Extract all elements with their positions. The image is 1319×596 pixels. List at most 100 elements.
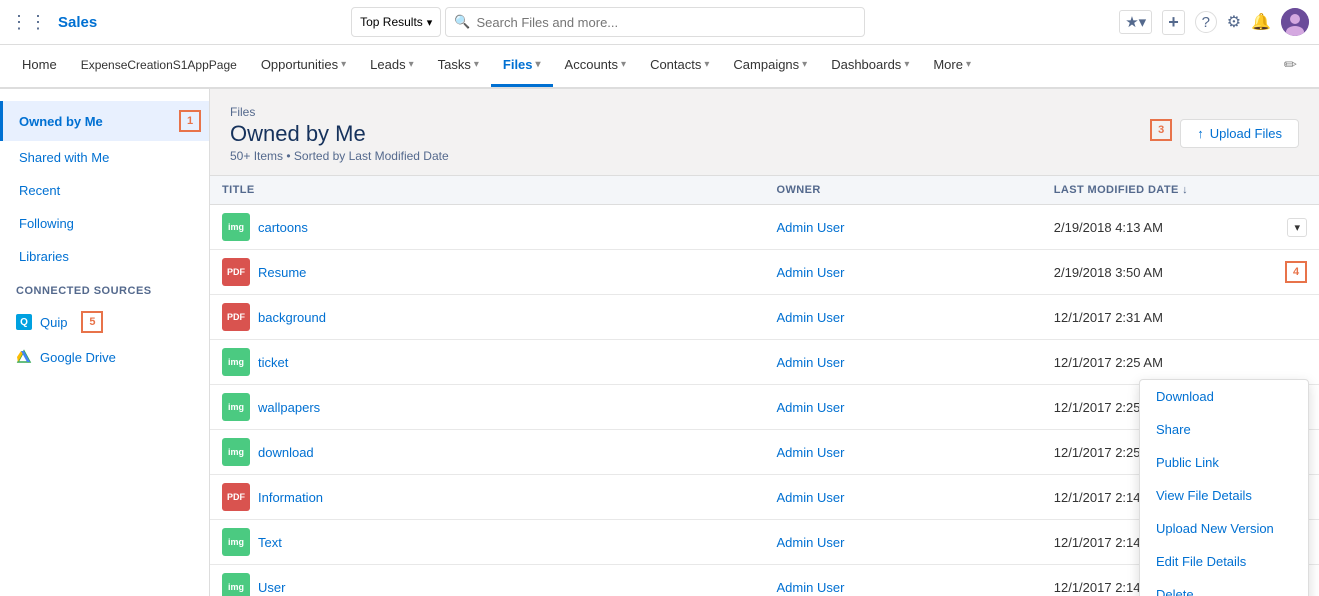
nav-files[interactable]: Files ▾ bbox=[491, 45, 553, 87]
col-date: LAST MODIFIED DATE ↓ bbox=[1042, 176, 1264, 205]
nav-dashboards[interactable]: Dashboards ▾ bbox=[819, 45, 921, 87]
file-title-link[interactable]: download bbox=[258, 445, 314, 460]
file-type-icon: PDF bbox=[222, 303, 250, 331]
file-owner-cell: Admin User bbox=[765, 520, 1042, 565]
nav-home[interactable]: Home bbox=[10, 45, 69, 87]
nav-expense[interactable]: ExpenseCreationS1AppPage bbox=[69, 45, 249, 87]
file-owner-link[interactable]: Admin User bbox=[777, 490, 845, 505]
file-title-link[interactable]: Resume bbox=[258, 265, 306, 280]
row-action-cell bbox=[1264, 295, 1319, 340]
favorites-icon[interactable]: ★▾ bbox=[1119, 10, 1152, 34]
file-owner-link[interactable]: Admin User bbox=[777, 535, 845, 550]
file-title-cell: img ticket bbox=[210, 340, 765, 385]
sidebar-item-following[interactable]: Following bbox=[0, 207, 209, 240]
row-action-dropdown-button[interactable]: ▾ bbox=[1287, 218, 1307, 237]
search-input[interactable] bbox=[477, 15, 857, 30]
table-row: img cartoons Admin User 2/19/2018 4:13 A… bbox=[210, 205, 1319, 250]
file-owner-link[interactable]: Admin User bbox=[777, 580, 845, 595]
dropdown-item-share[interactable]: Share bbox=[1140, 413, 1308, 446]
nav-tasks[interactable]: Tasks ▾ bbox=[426, 45, 491, 87]
sidebar-item-quip[interactable]: Q Quip 5 bbox=[0, 303, 209, 341]
file-owner-link[interactable]: Admin User bbox=[777, 445, 845, 460]
upload-icon: ↑ bbox=[1197, 126, 1204, 141]
dropdown-item-download[interactable]: Download bbox=[1140, 380, 1308, 413]
add-icon[interactable]: + bbox=[1162, 10, 1185, 35]
nav-opportunities[interactable]: Opportunities ▾ bbox=[249, 45, 358, 87]
annotation-label-1: 1 bbox=[179, 110, 201, 132]
file-owner-cell: Admin User bbox=[765, 295, 1042, 340]
upload-files-button[interactable]: ↑ Upload Files bbox=[1180, 119, 1299, 148]
notifications-icon[interactable]: 🔔 bbox=[1251, 12, 1271, 32]
dropdown-item-view-file-details[interactable]: View File Details bbox=[1140, 479, 1308, 512]
file-date-cell: 2/19/2018 3:50 AM bbox=[1042, 250, 1264, 295]
dropdown-item-delete[interactable]: Delete bbox=[1140, 578, 1308, 596]
navbar: Home ExpenseCreationS1AppPage Opportunit… bbox=[0, 45, 1319, 89]
sidebar-item-libraries[interactable]: Libraries bbox=[0, 240, 209, 273]
col-owner: OWNER bbox=[765, 176, 1042, 205]
file-title-cell: img Text bbox=[210, 520, 765, 565]
file-title-link[interactable]: ticket bbox=[258, 355, 288, 370]
dropdown-item-upload-new-version[interactable]: Upload New Version bbox=[1140, 512, 1308, 545]
nav-contacts-chevron: ▾ bbox=[704, 59, 709, 70]
file-title-link[interactable]: background bbox=[258, 310, 326, 325]
annotation-label-3: 3 bbox=[1150, 119, 1172, 141]
search-icon: 🔍 bbox=[454, 14, 470, 30]
file-title-link[interactable]: User bbox=[258, 580, 285, 595]
file-date-cell: 2/19/2018 4:13 AM bbox=[1042, 205, 1264, 250]
file-owner-link[interactable]: Admin User bbox=[777, 220, 845, 235]
file-title-link[interactable]: Information bbox=[258, 490, 323, 505]
nav-campaigns[interactable]: Campaigns ▾ bbox=[721, 45, 819, 87]
file-type-icon: PDF bbox=[222, 258, 250, 286]
nav-leads-chevron: ▾ bbox=[409, 59, 414, 70]
file-owner-link[interactable]: Admin User bbox=[777, 265, 845, 280]
google-drive-icon bbox=[16, 349, 32, 365]
file-owner-cell: Admin User bbox=[765, 430, 1042, 475]
file-owner-cell: Admin User bbox=[765, 565, 1042, 596]
file-type-icon: img bbox=[222, 213, 250, 241]
nav-accounts[interactable]: Accounts ▾ bbox=[553, 45, 639, 87]
col-title: TITLE bbox=[210, 176, 765, 205]
file-owner-link[interactable]: Admin User bbox=[777, 310, 845, 325]
breadcrumb: Files bbox=[230, 105, 449, 119]
row-action-cell: 4 bbox=[1264, 250, 1319, 295]
annotation-label-5: 5 bbox=[81, 311, 103, 333]
sidebar: Owned by Me 1 Shared with Me Recent Foll… bbox=[0, 89, 210, 596]
nav-more[interactable]: More ▾ bbox=[921, 45, 983, 87]
file-title-link[interactable]: wallpapers bbox=[258, 400, 320, 415]
row-action-cell bbox=[1264, 340, 1319, 385]
file-title-cell: img download bbox=[210, 430, 765, 475]
file-date-cell: 12/1/2017 2:25 AM bbox=[1042, 340, 1264, 385]
dropdown-item-public-link[interactable]: Public Link bbox=[1140, 446, 1308, 479]
file-date-cell: 12/1/2017 2:31 AM bbox=[1042, 295, 1264, 340]
file-title-link[interactable]: cartoons bbox=[258, 220, 308, 235]
dropdown-item-edit-file-details[interactable]: Edit File Details bbox=[1140, 545, 1308, 578]
table-row: PDF Resume Admin User 2/19/2018 3:50 AM … bbox=[210, 250, 1319, 295]
connected-sources-title: CONNECTED SOURCES bbox=[0, 273, 209, 303]
sidebar-item-shared-with-me[interactable]: Shared with Me bbox=[0, 141, 209, 174]
file-type-icon: img bbox=[222, 348, 250, 376]
top-results-button[interactable]: Top Results ▾ bbox=[351, 7, 441, 37]
user-avatar[interactable] bbox=[1281, 8, 1309, 36]
file-owner-cell: Admin User bbox=[765, 385, 1042, 430]
row-action-cell[interactable]: ▾ bbox=[1264, 205, 1319, 250]
grid-icon[interactable]: ⋮⋮ bbox=[10, 12, 48, 33]
nav-edit-icon[interactable]: ✏ bbox=[1272, 45, 1309, 87]
nav-tasks-chevron: ▾ bbox=[474, 59, 479, 70]
file-title-cell: img cartoons bbox=[210, 205, 765, 250]
file-owner-link[interactable]: Admin User bbox=[777, 400, 845, 415]
settings-icon[interactable]: ⚙ bbox=[1227, 12, 1241, 32]
file-type-icon: img bbox=[222, 573, 250, 596]
nav-leads[interactable]: Leads ▾ bbox=[358, 45, 425, 87]
help-icon[interactable]: ? bbox=[1195, 11, 1217, 33]
file-title-link[interactable]: Text bbox=[258, 535, 282, 550]
sidebar-item-owned-by-me[interactable]: Owned by Me 1 bbox=[0, 101, 209, 141]
file-owner-link[interactable]: Admin User bbox=[777, 355, 845, 370]
nav-contacts[interactable]: Contacts ▾ bbox=[638, 45, 721, 87]
file-type-icon: img bbox=[222, 393, 250, 421]
quip-icon: Q bbox=[16, 314, 32, 330]
file-title-cell: img wallpapers bbox=[210, 385, 765, 430]
sidebar-item-recent[interactable]: Recent bbox=[0, 174, 209, 207]
file-title-cell: PDF background bbox=[210, 295, 765, 340]
page-title: Owned by Me bbox=[230, 121, 449, 147]
sidebar-item-google-drive[interactable]: Google Drive bbox=[0, 341, 209, 373]
